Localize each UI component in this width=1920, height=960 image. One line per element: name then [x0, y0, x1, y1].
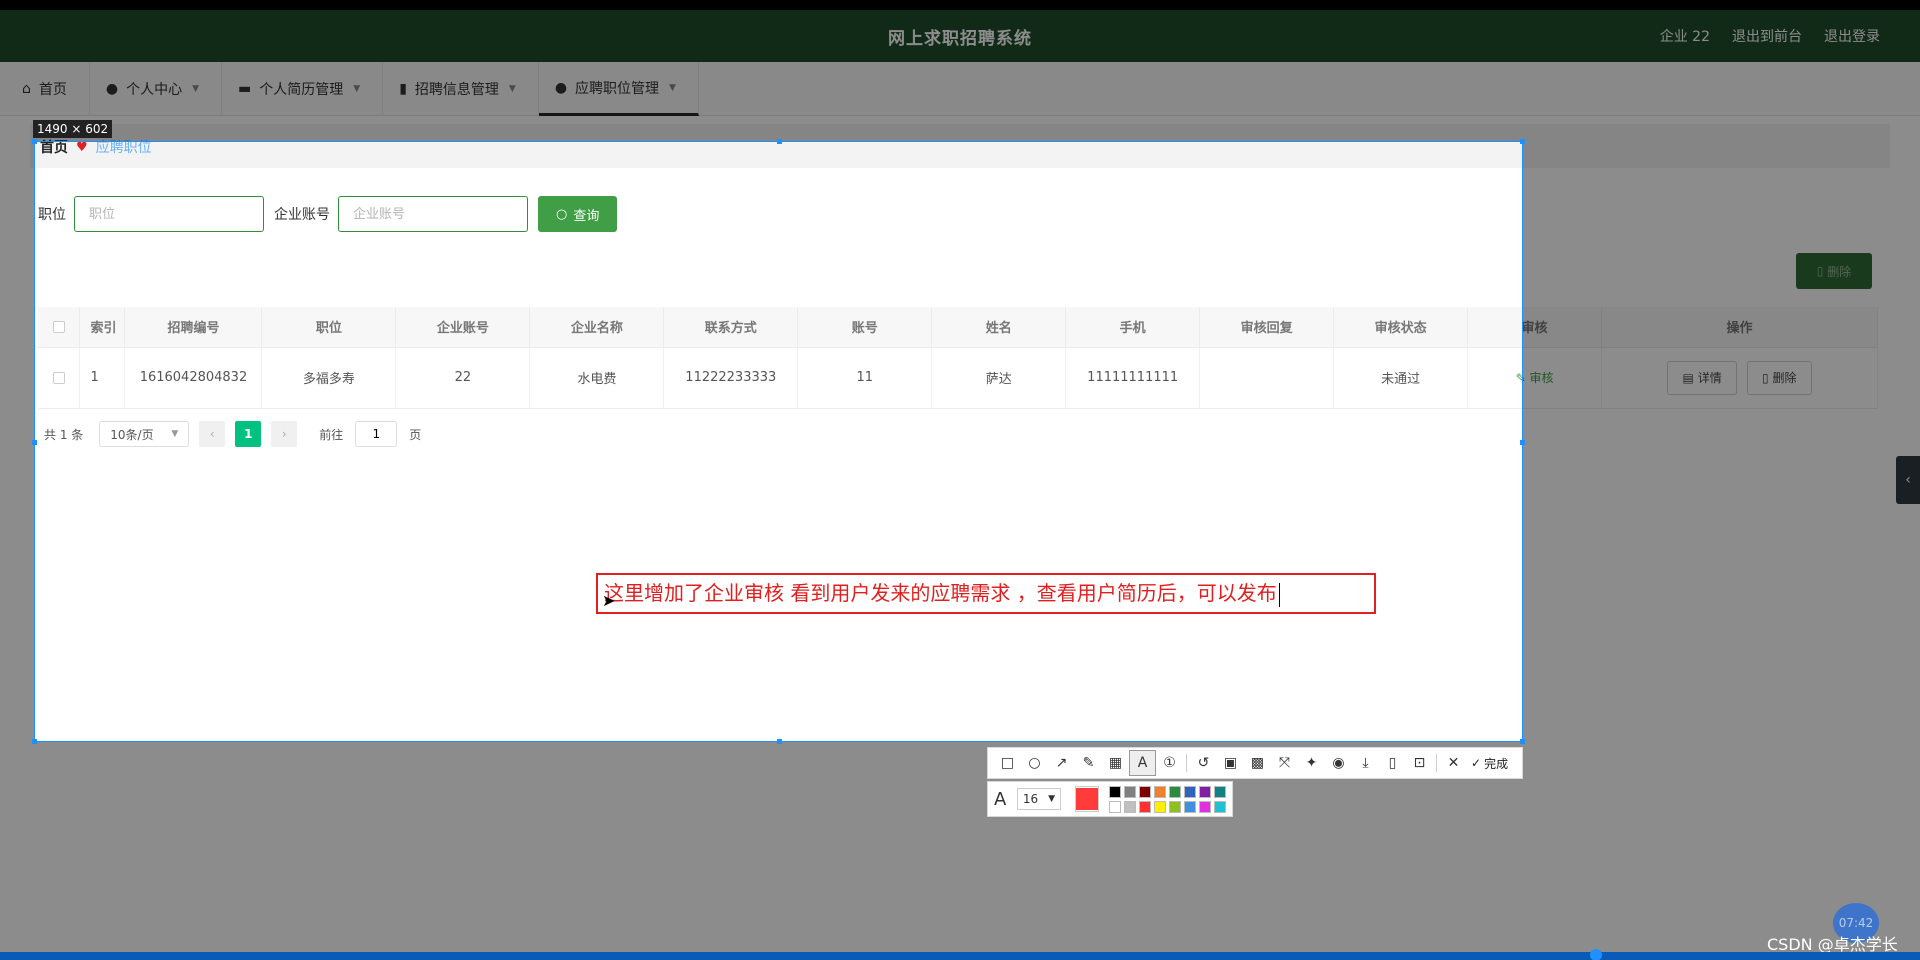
resize-handle-bm[interactable]	[777, 739, 782, 744]
resize-handle-bl[interactable]	[32, 739, 37, 744]
arrow-tool-icon[interactable]: ↗	[1048, 750, 1075, 776]
color-swatch[interactable]	[1124, 785, 1136, 798]
annotation-text: 这里增加了企业审核 看到用户发来的应聘需求 ，查看用户简历后，可以发布	[604, 581, 1277, 605]
color-swatch[interactable]	[1109, 800, 1121, 813]
chevron-down-icon: ▼	[1048, 794, 1055, 804]
color-swatch[interactable]	[1214, 785, 1226, 798]
text-caret	[1278, 582, 1280, 607]
current-color-fill	[1076, 788, 1098, 810]
selection-dimensions: 1490 × 602	[33, 120, 113, 138]
color-swatch[interactable]	[1184, 785, 1196, 798]
number-tool-icon[interactable]: ①	[1156, 750, 1183, 776]
color-swatch[interactable]	[1124, 800, 1136, 813]
color-swatch[interactable]	[1199, 800, 1211, 813]
text-style-bar: A 16 ▼	[987, 781, 1233, 817]
resize-handle-mr[interactable]	[1520, 440, 1525, 445]
ocr-icon[interactable]: ▣	[1217, 750, 1244, 776]
color-swatch[interactable]	[1169, 785, 1181, 798]
record-icon[interactable]: ◉	[1325, 750, 1352, 776]
current-color-swatch[interactable]	[1075, 786, 1099, 812]
resize-handle-ml[interactable]	[32, 440, 37, 445]
progress-bar	[0, 952, 1920, 960]
rectangle-tool-icon[interactable]: □	[994, 750, 1021, 776]
capture-selection[interactable]	[32, 139, 1525, 744]
toolbar-divider	[1436, 754, 1437, 772]
dim-overlay-right	[1523, 141, 1920, 742]
color-swatch[interactable]	[1109, 785, 1121, 798]
done-label: 完成	[1484, 756, 1509, 771]
mouse-cursor-icon: ➤	[602, 591, 616, 610]
done-button[interactable]: ✓ 完成	[1471, 755, 1508, 772]
font-size-select[interactable]: 16 ▼	[1016, 788, 1061, 810]
ellipse-tool-icon[interactable]: ○	[1021, 750, 1048, 776]
progress-handle[interactable]	[1590, 949, 1602, 960]
color-swatch[interactable]	[1199, 785, 1211, 798]
font-size-value: 16	[1022, 792, 1039, 806]
mosaic-tool-icon[interactable]: ▦	[1102, 750, 1129, 776]
bookmark-icon[interactable]: ⊡	[1406, 750, 1433, 776]
pen-tool-icon[interactable]: ✎	[1075, 750, 1102, 776]
color-swatch[interactable]	[1154, 800, 1166, 813]
toolbar-divider	[1186, 754, 1187, 772]
download-icon[interactable]: ⤓	[1352, 750, 1379, 776]
resize-handle-tl[interactable]	[32, 139, 37, 144]
resize-handle-br[interactable]	[1520, 739, 1525, 744]
text-annotation[interactable]: 这里增加了企业审核 看到用户发来的应聘需求 ，查看用户简历后，可以发布	[596, 573, 1376, 614]
translate-icon[interactable]: ▩	[1244, 750, 1271, 776]
dim-overlay-left	[0, 141, 34, 742]
color-swatch[interactable]	[1184, 800, 1196, 813]
color-swatch[interactable]	[1169, 800, 1181, 813]
resize-handle-tm[interactable]	[777, 139, 782, 144]
close-icon[interactable]: ✕	[1440, 750, 1467, 776]
color-swatch[interactable]	[1214, 800, 1226, 813]
pin-icon[interactable]: ✦	[1298, 750, 1325, 776]
check-icon: ✓	[1471, 756, 1482, 770]
color-swatch[interactable]	[1139, 800, 1151, 813]
font-icon: A	[994, 788, 1007, 810]
text-tool-icon[interactable]: A	[1129, 750, 1156, 776]
dim-overlay-top	[0, 0, 1920, 141]
dim-overlay-bottom	[0, 742, 1920, 960]
color-swatch[interactable]	[1154, 785, 1166, 798]
color-swatch[interactable]	[1139, 785, 1151, 798]
capture-toolbar: □ ○ ↗ ✎ ▦ A ① ↺ ▣ ▩ ⤧ ✦ ◉ ⤓ ▯ ⊡ ✕ ✓ 完成	[987, 747, 1523, 779]
scroll-capture-icon[interactable]: ⤧	[1271, 750, 1298, 776]
resize-handle-tr[interactable]	[1520, 139, 1525, 144]
phone-icon[interactable]: ▯	[1379, 750, 1406, 776]
color-palette	[1109, 785, 1226, 813]
undo-icon[interactable]: ↺	[1190, 750, 1217, 776]
